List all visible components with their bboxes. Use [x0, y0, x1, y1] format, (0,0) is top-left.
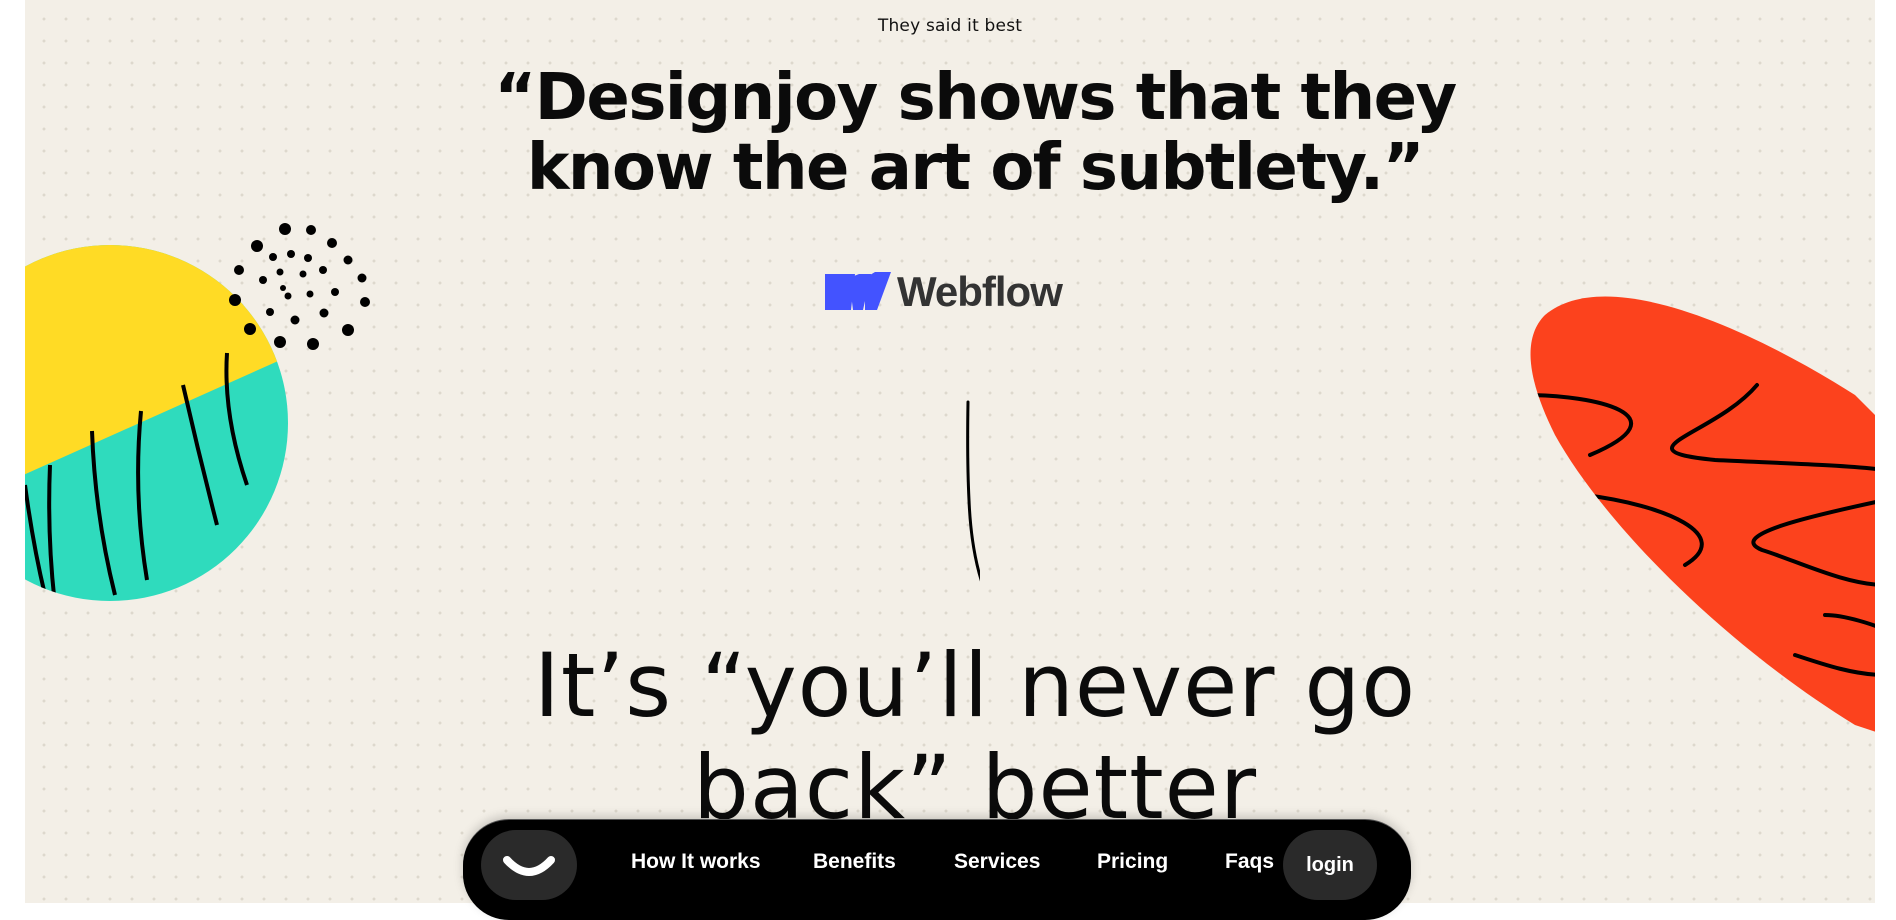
red-blob-decoration — [1530, 296, 1875, 732]
headline-line-1: It’s “you’ll never go — [533, 634, 1417, 737]
nav-link-how-it-works[interactable]: How It works — [631, 850, 761, 874]
nav-link-faqs[interactable]: Faqs — [1225, 850, 1274, 874]
nav-link-benefits[interactable]: Benefits — [813, 850, 896, 874]
smile-icon — [503, 856, 555, 876]
section-eyebrow: They said it best — [877, 16, 1023, 36]
brand-name: Webflow — [897, 268, 1063, 315]
login-button[interactable]: login — [1283, 830, 1377, 900]
dots-cluster-decoration — [229, 223, 370, 350]
page-background: They said it best “Designjoy shows that … — [25, 0, 1875, 903]
quote-line-2: know the art of subtlety.” — [526, 131, 1425, 205]
main-headline: It’s “you’ll never go back” better — [445, 635, 1505, 839]
bottom-nav-bar: How It works Benefits Services Pricing F… — [463, 820, 1411, 920]
home-logo-button[interactable] — [481, 830, 577, 900]
nav-link-services[interactable]: Services — [954, 850, 1040, 874]
testimonial-quote: “Designjoy shows that they know the art … — [425, 63, 1525, 203]
webflow-brand: Webflow — [825, 268, 1063, 316]
webflow-logo-icon — [825, 272, 891, 310]
nav-link-pricing[interactable]: Pricing — [1097, 850, 1168, 874]
quote-line-1: “Designjoy shows that they — [494, 61, 1457, 135]
divider-line — [966, 400, 980, 582]
